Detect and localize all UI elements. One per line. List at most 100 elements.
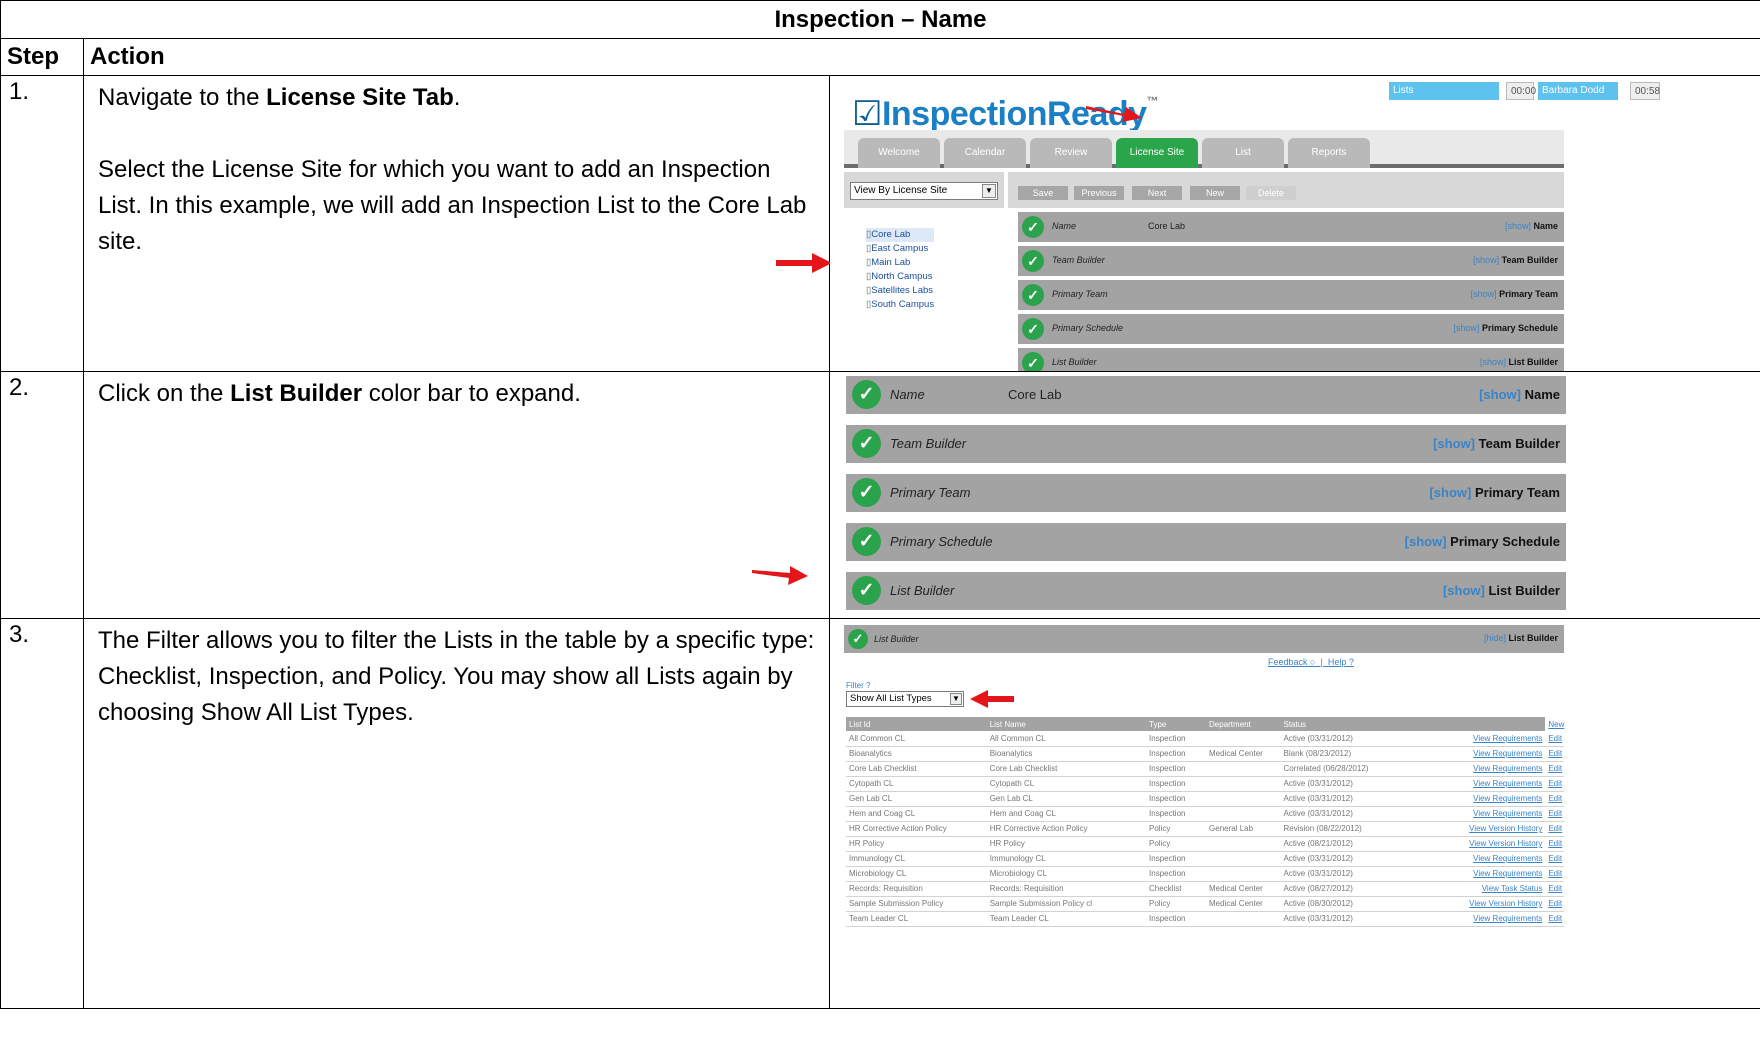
- section-bar-team-builder[interactable]: ✓ Team Builder [show] Team Builder: [846, 425, 1566, 463]
- section-bar-name[interactable]: ✓ Name Core Lab [show] Name: [1018, 212, 1564, 242]
- table-cell: Core Lab Checklist: [846, 761, 987, 777]
- section-bar-name[interactable]: ✓ Name Core Lab [show] Name: [846, 376, 1566, 414]
- table-cell: [1206, 866, 1281, 882]
- edit-link[interactable]: Edit: [1545, 776, 1564, 792]
- view-link[interactable]: View Requirements: [1441, 791, 1546, 807]
- table-cell: Inspection: [1146, 791, 1207, 807]
- edit-link[interactable]: Edit: [1545, 746, 1564, 762]
- section-bar-team-builder[interactable]: ✓ Team Builder [show] Team Builder: [1018, 246, 1564, 276]
- tab-calendar[interactable]: Calendar: [944, 138, 1026, 168]
- tab-reports[interactable]: Reports: [1288, 138, 1370, 168]
- edit-link[interactable]: Edit: [1545, 911, 1564, 927]
- view-link[interactable]: View Requirements: [1441, 746, 1546, 762]
- table-cell: Immunology CL: [986, 851, 1147, 867]
- column-header[interactable]: Type: [1146, 717, 1207, 731]
- site-item-core-lab[interactable]: Core Lab: [866, 228, 935, 242]
- column-header[interactable]: Department: [1206, 717, 1281, 731]
- tab-review[interactable]: Review: [1030, 138, 1112, 168]
- edit-link[interactable]: Edit: [1545, 851, 1564, 867]
- site-item-north-campus[interactable]: North Campus: [866, 270, 934, 284]
- table-cell: Active (03/31/2012): [1280, 731, 1442, 747]
- edit-link[interactable]: Edit: [1545, 881, 1564, 897]
- document-title: Inspection – Name: [0, 0, 1760, 39]
- step-3-instruction: The Filter allows you to filter the List…: [98, 627, 815, 726]
- edit-link[interactable]: Edit: [1545, 791, 1564, 807]
- table-cell: Immunology CL: [846, 851, 987, 867]
- table-cell: Core Lab Checklist: [986, 761, 1147, 777]
- table-cell: Inspection: [1146, 746, 1207, 762]
- site-item-east-campus[interactable]: East Campus: [866, 242, 934, 256]
- section-bar-primary-team[interactable]: ✓ Primary Team [show] Primary Team: [846, 474, 1566, 512]
- edit-link[interactable]: Edit: [1545, 896, 1564, 912]
- table-cell: Active (03/31/2012): [1280, 776, 1442, 792]
- new-list-link[interactable]: New: [1545, 717, 1564, 731]
- site-item-south-campus[interactable]: South Campus: [866, 298, 934, 312]
- view-link[interactable]: View Requirements: [1441, 761, 1546, 777]
- view-link[interactable]: View Version History: [1441, 821, 1546, 837]
- edit-link[interactable]: Edit: [1545, 866, 1564, 882]
- save-button[interactable]: Save: [1018, 186, 1068, 200]
- view-link[interactable]: View Requirements: [1441, 776, 1546, 792]
- table-row: Hem and Coag CL Hem and Coag CL Inspection…: [846, 806, 1564, 822]
- section-bar-list-builder[interactable]: ✓ List Builder [hide] List Builder: [844, 625, 1564, 653]
- license-site-sidebar: View By License Site▼ Core Lab East Camp…: [844, 172, 1004, 371]
- table-cell: Blank (08/23/2012): [1280, 746, 1442, 762]
- section-bar-primary-schedule[interactable]: ✓ Primary Schedule [show] Primary Schedule: [1018, 314, 1564, 344]
- view-link[interactable]: View Version History: [1441, 836, 1546, 852]
- timer-display: 00:00: [1506, 82, 1536, 100]
- view-link[interactable]: View Requirements: [1441, 731, 1546, 747]
- view-link[interactable]: View Task Status: [1441, 881, 1546, 897]
- tab-welcome[interactable]: Welcome: [858, 138, 940, 168]
- section-bar-primary-schedule[interactable]: ✓ Primary Schedule [show] Primary Schedule: [846, 523, 1566, 561]
- edit-link[interactable]: Edit: [1545, 836, 1564, 852]
- table-cell: Active (03/31/2012): [1280, 866, 1442, 882]
- feedback-help-links: Feedback ○ | Help ?: [1268, 657, 1354, 667]
- tab-license-site[interactable]: License Site: [1116, 138, 1198, 168]
- column-header[interactable]: List Name: [986, 717, 1147, 731]
- view-by-select[interactable]: View By License Site ▼: [850, 182, 998, 200]
- table-cell: Inspection: [1146, 776, 1207, 792]
- column-header[interactable]: Status: [1280, 717, 1442, 731]
- edit-link[interactable]: Edit: [1545, 821, 1564, 837]
- new-button[interactable]: New: [1190, 186, 1240, 200]
- view-link[interactable]: View Version History: [1441, 896, 1546, 912]
- list-type-filter[interactable]: Show All List Types ▼: [846, 691, 964, 707]
- table-cell: Cytopath CL: [846, 776, 987, 792]
- table-cell: Medical Center: [1206, 896, 1281, 912]
- view-link[interactable]: View Requirements: [1441, 866, 1546, 882]
- edit-link[interactable]: Edit: [1545, 806, 1564, 822]
- view-link[interactable]: View Requirements: [1441, 851, 1546, 867]
- table-cell: Bioanalytics: [986, 746, 1147, 762]
- edit-link[interactable]: Edit: [1545, 761, 1564, 777]
- table-row: All Common CL All Common CL Inspection Acti…: [846, 731, 1564, 747]
- next-button[interactable]: Next: [1132, 186, 1182, 200]
- table-cell: Active (08/30/2012): [1280, 896, 1442, 912]
- feedback-link[interactable]: Feedback: [1268, 657, 1308, 667]
- step-number: 1.: [0, 75, 84, 372]
- table-cell: Active (03/31/2012): [1280, 851, 1442, 867]
- table-cell: Hem and Coag CL: [846, 806, 987, 822]
- tab-list[interactable]: List: [1202, 138, 1284, 168]
- user-name[interactable]: Barbara Dodd: [1538, 82, 1618, 100]
- edit-link[interactable]: Edit: [1545, 731, 1564, 747]
- previous-button[interactable]: Previous: [1074, 186, 1124, 200]
- check-icon: ✓: [1022, 352, 1044, 371]
- step-2-bold-term: List Builder: [230, 380, 363, 407]
- step-2-instruction: Click on the List Builder color bar to e…: [98, 380, 581, 407]
- view-link[interactable]: View Requirements: [1441, 806, 1546, 822]
- view-link[interactable]: View Requirements: [1441, 911, 1546, 927]
- step-number: 3.: [0, 618, 84, 1009]
- column-header[interactable]: List Id: [846, 717, 987, 731]
- delete-button[interactable]: Delete: [1246, 186, 1296, 200]
- section-bar-list-builder[interactable]: ✓ List Builder [show] List Builder: [846, 572, 1566, 610]
- help-link[interactable]: Help: [1328, 657, 1347, 667]
- table-cell: All Common CL: [986, 731, 1147, 747]
- step-column-header: Step: [0, 38, 84, 76]
- section-bar-list-builder[interactable]: ✓ List Builder [show] List Builder: [1018, 348, 1564, 371]
- table-cell: Sample Submission Policy cl: [986, 896, 1147, 912]
- lists-button[interactable]: Lists: [1389, 82, 1499, 100]
- site-item-main-lab[interactable]: Main Lab: [866, 256, 934, 270]
- site-item-satellites-labs[interactable]: Satellites Labs: [866, 284, 934, 298]
- section-bar-primary-team[interactable]: ✓ Primary Team [show] Primary Team: [1018, 280, 1564, 310]
- table-cell: Records: Requisition: [846, 881, 987, 897]
